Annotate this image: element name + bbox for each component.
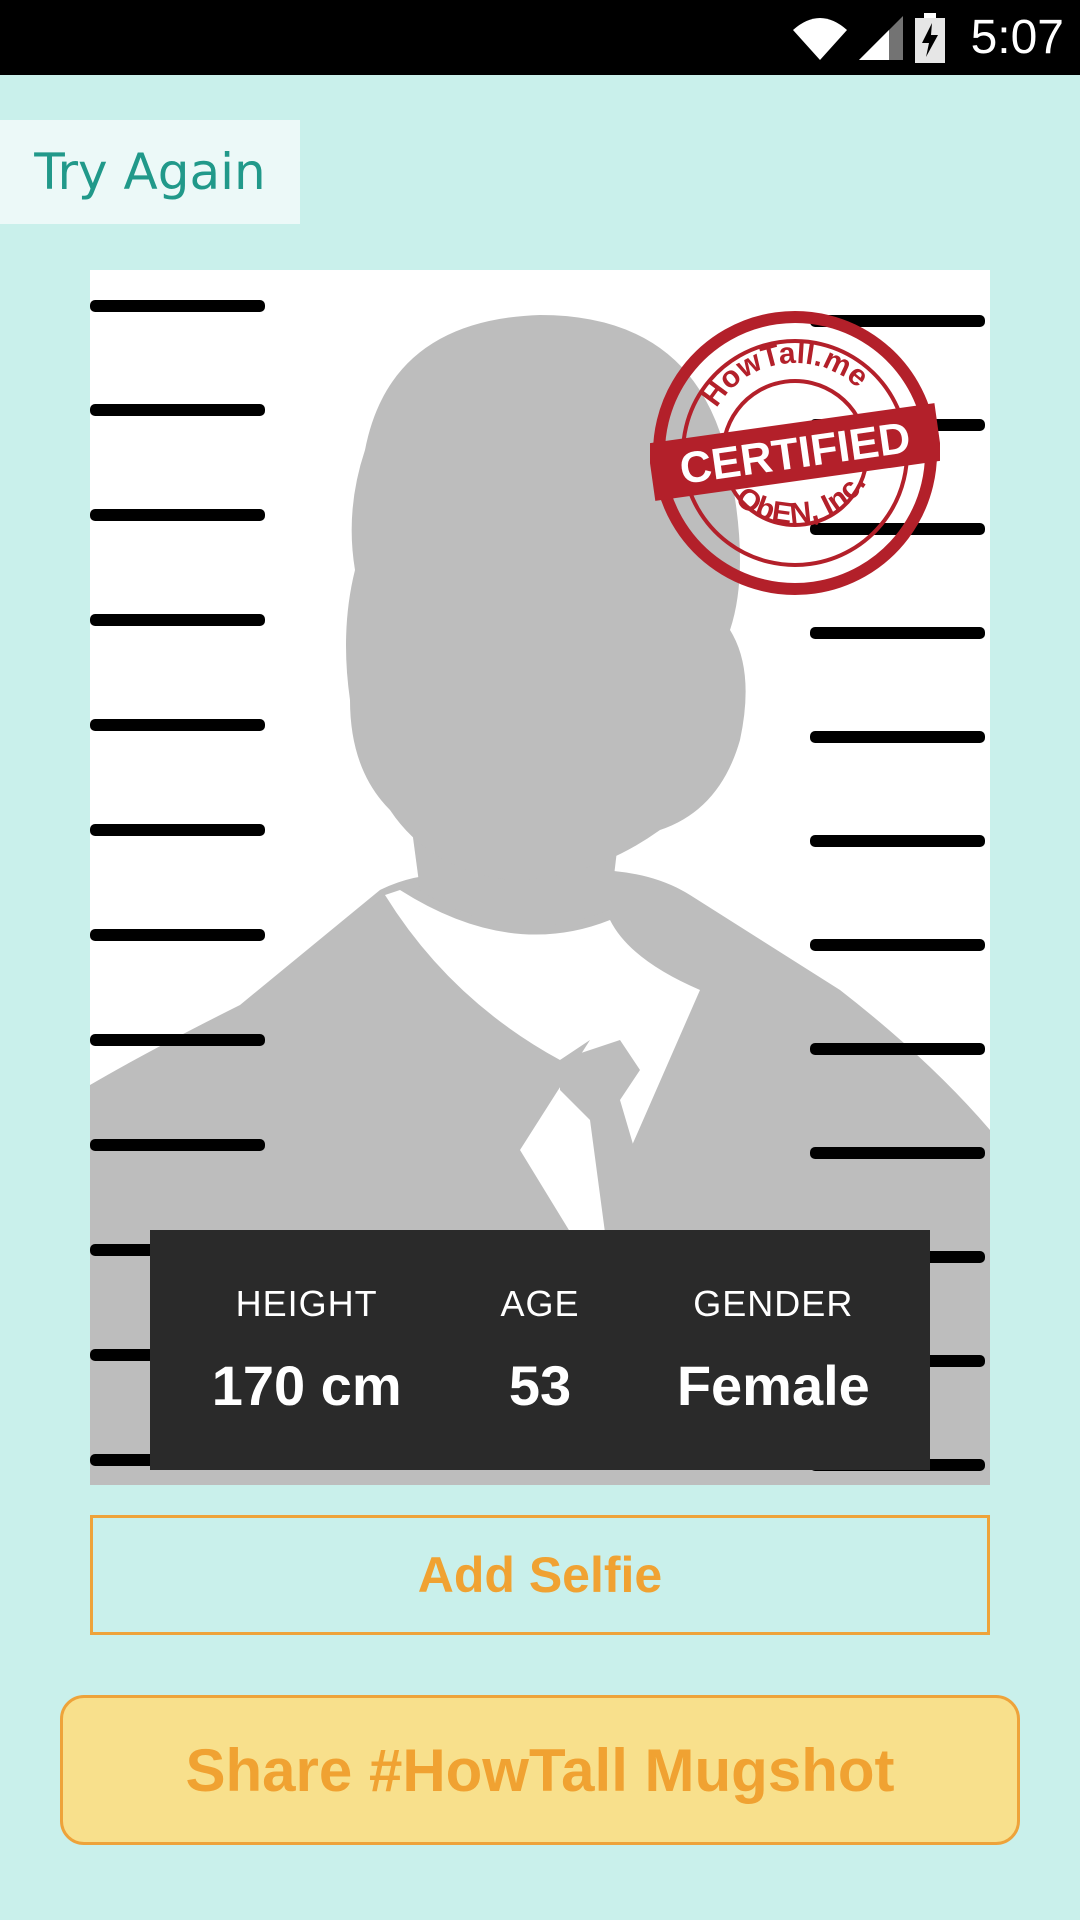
battery-charging-icon: [914, 12, 945, 63]
age-value: 53: [508, 1353, 572, 1417]
mugshot-card: HowTall.me ObEN, Inc. CERTIFIED HEIGHT 1…: [90, 270, 990, 1485]
age-label: AGE: [500, 1282, 580, 1324]
cell-signal-icon: [858, 15, 903, 60]
height-value: 170 cm: [211, 1353, 402, 1417]
try-again-button[interactable]: Try Again: [0, 120, 300, 224]
status-icons: 5:07: [792, 0, 1064, 75]
status-time: 5:07: [970, 11, 1064, 64]
height-label: HEIGHT: [235, 1282, 378, 1324]
age-info: AGE 53: [423, 1230, 656, 1470]
share-mugshot-button[interactable]: Share #HowTall Mugshot: [60, 1695, 1020, 1845]
status-bar: 5:07: [0, 0, 1080, 75]
gender-value: Female: [676, 1353, 870, 1417]
certified-stamp: HowTall.me ObEN, Inc. CERTIFIED: [650, 311, 940, 595]
gender-info: GENDER Female: [657, 1230, 890, 1470]
info-panel: HEIGHT 170 cm AGE 53 GENDER Female: [150, 1230, 930, 1470]
height-info: HEIGHT 170 cm: [190, 1230, 423, 1470]
wifi-icon: [792, 17, 847, 60]
add-selfie-button[interactable]: Add Selfie: [90, 1515, 990, 1635]
gender-label: GENDER: [693, 1282, 854, 1324]
